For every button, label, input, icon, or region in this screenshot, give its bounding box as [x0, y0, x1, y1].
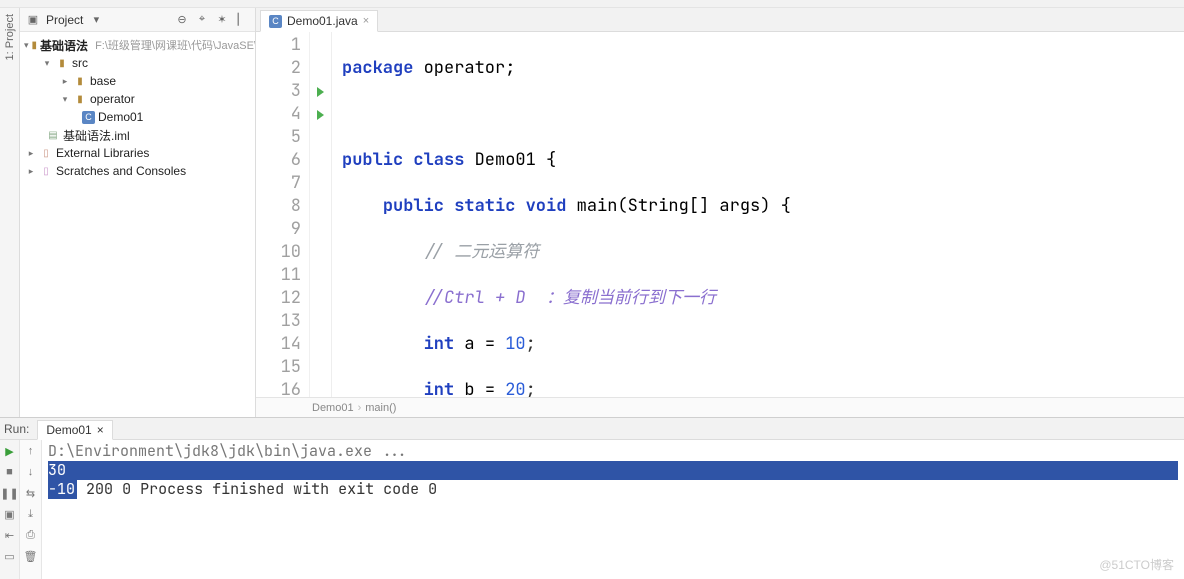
java-class-icon: C	[269, 15, 282, 28]
java-class-icon: C	[82, 111, 95, 124]
tab-label: Demo01.java	[287, 14, 358, 28]
console-line: 200	[86, 479, 113, 499]
tree-label: Demo01	[98, 110, 143, 124]
line-gutter: 1 2 3 4 5 6 7 8 9 10 11 12 13 14 15 16	[256, 32, 310, 397]
locate-icon[interactable]: ⌖	[195, 13, 209, 27]
library-icon: ▯	[39, 146, 53, 160]
folder-icon: ▮	[73, 74, 87, 88]
tree-label: 基础语法.iml	[63, 127, 130, 144]
left-tool-rail: 1: Project	[0, 8, 20, 417]
down-icon[interactable]: ↓	[24, 465, 38, 479]
console-output[interactable]: D:\Environment\jdk8\jdk\bin\java.exe ...…	[42, 440, 1184, 579]
wrap-icon[interactable]: ⇆	[24, 486, 38, 500]
tree-operator[interactable]: ▾ ▮ operator	[20, 90, 255, 108]
console-line: Process finished with exit code 0	[140, 479, 437, 499]
scratches-icon: ▯	[39, 164, 53, 178]
file-icon: ▤	[46, 128, 60, 142]
run-gutter-icon[interactable]	[317, 110, 324, 120]
run-gutter-icon[interactable]	[317, 87, 324, 97]
folder-icon: ▮	[73, 92, 87, 106]
tree-base[interactable]: ▸ ▮ base	[20, 72, 255, 90]
top-bar	[0, 0, 1184, 8]
project-icon: ▣	[26, 13, 40, 27]
project-panel: ▣ Project ▾ ⊖ ⌖ ✶ ▏ ▾ ▮ 基础语法 F:\班级管理\网课班…	[20, 8, 256, 417]
pause-icon[interactable]: ❚❚	[3, 486, 17, 500]
tab-demo01[interactable]: C Demo01.java ×	[260, 10, 378, 32]
project-tree[interactable]: ▾ ▮ 基础语法 F:\班级管理\网课班\代码\JavaSE\基础 ▾ ▮ sr…	[20, 32, 255, 417]
close-icon[interactable]: ×	[363, 15, 369, 27]
dump-icon[interactable]: ▣	[3, 507, 17, 521]
rerun-icon[interactable]: ▶	[3, 444, 17, 458]
run-panel: Run: Demo01 × ▶ ■ ❚❚ ▣ ⇤ ▭ ↑ ↓ ⇆ ⤓ ⎙ 🗑	[0, 417, 1184, 579]
module-icon: ▮	[32, 38, 38, 52]
tree-label: 基础语法	[40, 37, 88, 54]
dropdown-icon[interactable]: ▾	[89, 13, 103, 27]
code-area[interactable]: 1 2 3 4 5 6 7 8 9 10 11 12 13 14 15 16	[256, 32, 1184, 397]
tree-path: F:\班级管理\网课班\代码\JavaSE\基础	[95, 37, 255, 53]
project-title: Project	[46, 13, 83, 27]
tree-root[interactable]: ▾ ▮ 基础语法 F:\班级管理\网课班\代码\JavaSE\基础	[20, 36, 255, 54]
run-tab-label: Demo01	[46, 423, 91, 437]
tree-label: operator	[90, 92, 135, 106]
trash-icon[interactable]: ▭	[3, 549, 17, 563]
gutter-markers	[310, 32, 332, 397]
run-label: Run:	[4, 422, 29, 436]
close-icon[interactable]: ×	[97, 423, 104, 437]
watermark: @51CTO博客	[1099, 556, 1174, 573]
console-line: 0	[122, 479, 131, 499]
run-tabs: Run: Demo01 ×	[0, 418, 1184, 440]
tree-label: src	[72, 56, 88, 70]
tree-demo01[interactable]: C Demo01	[20, 108, 255, 126]
tree-iml[interactable]: ▤ 基础语法.iml	[20, 126, 255, 144]
console-line: 30	[48, 461, 1178, 480]
clear-icon[interactable]: 🗑	[24, 549, 38, 563]
code-source[interactable]: package operator; public class Demo01 { …	[332, 32, 1184, 397]
up-icon[interactable]: ↑	[24, 444, 38, 458]
crumb-method[interactable]: main()	[365, 402, 396, 414]
tree-label: base	[90, 74, 116, 88]
collapse-icon[interactable]: ⊖	[175, 13, 189, 27]
tree-label: External Libraries	[56, 146, 149, 160]
scroll-icon[interactable]: ⤓	[24, 507, 38, 521]
folder-icon: ▮	[55, 56, 69, 70]
console-line: -10	[48, 480, 77, 499]
crumb-class[interactable]: Demo01	[312, 402, 354, 414]
run-tab-demo01[interactable]: Demo01 ×	[37, 420, 112, 440]
project-header: ▣ Project ▾ ⊖ ⌖ ✶ ▏	[20, 8, 255, 32]
breadcrumbs[interactable]: Demo01 › main()	[256, 397, 1184, 417]
tree-scratches[interactable]: ▸ ▯ Scratches and Consoles	[20, 162, 255, 180]
run-actions-rail: ▶ ■ ❚❚ ▣ ⇤ ▭	[0, 440, 20, 579]
gear-icon[interactable]: ✶	[215, 13, 229, 27]
editor-panel: C Demo01.java × 1 2 3 4 5 6 7 8 9 10 1	[256, 8, 1184, 417]
tree-label: Scratches and Consoles	[56, 164, 186, 178]
project-tool-tab[interactable]: 1: Project	[4, 14, 16, 60]
tree-ext-lib[interactable]: ▸ ▯ External Libraries	[20, 144, 255, 162]
run-actions-rail-2: ↑ ↓ ⇆ ⤓ ⎙ 🗑	[20, 440, 42, 579]
editor-tabs: C Demo01.java ×	[256, 8, 1184, 32]
hide-icon[interactable]: ▏	[235, 13, 249, 27]
tree-src[interactable]: ▾ ▮ src	[20, 54, 255, 72]
exit-icon[interactable]: ⇤	[3, 528, 17, 542]
stop-icon[interactable]: ■	[3, 465, 17, 479]
console-line: D:\Environment\jdk8\jdk\bin\java.exe ...	[48, 441, 408, 461]
print-icon[interactable]: ⎙	[24, 528, 38, 542]
